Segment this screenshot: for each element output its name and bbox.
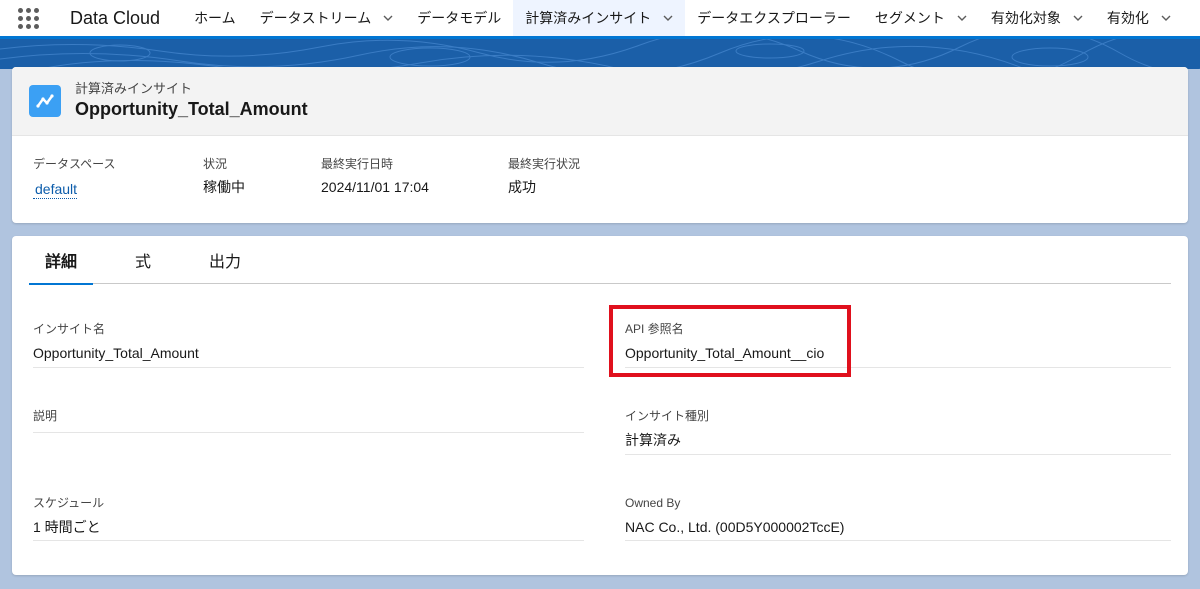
field-label: API 参照名 <box>625 322 684 336</box>
chevron-down-icon[interactable] <box>1161 13 1171 23</box>
field-label: Owned By <box>625 496 681 510</box>
header-background-pattern <box>0 39 1200 69</box>
nav-item-home[interactable]: ホーム <box>182 0 248 36</box>
field-insight-name: インサイト名 Opportunity_Total_Amount <box>33 321 584 368</box>
field-value: Opportunity_Total_Amount__cio <box>625 345 825 361</box>
global-nav-bar: Data Cloud ホーム データストリーム データモデル 計算済みインサイト… <box>0 0 1200 39</box>
nav-item-label: 計算済みインサイト <box>525 10 652 26</box>
highlights-panel: データスペース default 状況 稼働中 最終実行日時 2024/11/01… <box>12 136 1188 199</box>
tab-formula[interactable]: 式 <box>119 236 167 284</box>
field-value: NAC Co., Ltd. (00D5Y000002TccE) <box>625 519 845 535</box>
tab-bar: 詳細 式 出力 <box>29 236 1171 285</box>
nav-item-activations[interactable]: 有効化 <box>1095 0 1183 36</box>
nav-item-label: 有効化対象 <box>990 10 1061 26</box>
last-run-status-value: 成功 <box>508 179 536 195</box>
nav-items: ホーム データストリーム データモデル 計算済みインサイト データエクスプローラ… <box>182 0 1183 39</box>
field-description: 説明 <box>33 408 584 433</box>
nav-item-label: データエクスプローラー <box>697 10 851 26</box>
app-name: Data Cloud <box>70 7 161 28</box>
nav-item-data-model[interactable]: データモデル <box>405 0 513 36</box>
nav-item-activation-targets[interactable]: 有効化対象 <box>979 0 1095 36</box>
highlight-status: 状況 稼働中 <box>203 155 321 199</box>
record-title-group: 計算済みインサイト Opportunity_Total_Amount <box>75 81 308 121</box>
tab-label: 出力 <box>209 254 242 271</box>
field-api-name: API 参照名 Opportunity_Total_Amount__cio <box>625 321 1171 368</box>
field-value: 計算済み <box>625 432 681 448</box>
highlight-data-space: データスペース default <box>33 155 203 199</box>
insight-chart-icon <box>29 85 61 117</box>
nav-item-calculated-insights[interactable]: 計算済みインサイト <box>513 0 686 39</box>
nav-item-label: セグメント <box>874 10 945 26</box>
last-run-time-value: 2024/11/01 17:04 <box>321 179 429 195</box>
tab-details[interactable]: 詳細 <box>29 236 94 285</box>
nav-item-label: ホーム <box>194 10 236 26</box>
page-title: Opportunity_Total_Amount <box>75 99 308 119</box>
tab-output[interactable]: 出力 <box>193 236 257 284</box>
record-header: 計算済みインサイト Opportunity_Total_Amount データスペ… <box>12 67 1188 223</box>
field-value: 1 時間ごと <box>33 519 101 535</box>
nav-item-label: データストリーム <box>259 10 372 26</box>
app-launcher-icon <box>17 7 39 29</box>
tab-label: 式 <box>135 254 152 271</box>
chevron-down-icon[interactable] <box>383 13 393 23</box>
field-insight-type: インサイト種別 計算済み <box>625 408 1171 455</box>
highlight-last-run-status: 最終実行状況 成功 <box>508 155 668 199</box>
nav-item-data-streams[interactable]: データストリーム <box>248 0 406 36</box>
details-card: 詳細 式 出力 インサイト名 Opportunity_Total_Amount … <box>12 236 1188 575</box>
nav-item-label: データモデル <box>417 10 502 26</box>
field-label: インサイト名 <box>33 322 106 336</box>
tab-label: 詳細 <box>45 254 78 271</box>
nav-item-segments[interactable]: セグメント <box>863 0 979 36</box>
field-schedule: スケジュール 1 時間ごと <box>33 495 584 541</box>
field-owned-by: Owned By NAC Co., Ltd. (00D5Y000002TccE) <box>625 495 1171 541</box>
record-title-bar: 計算済みインサイト Opportunity_Total_Amount <box>12 67 1188 136</box>
field-label: スケジュール <box>33 496 105 510</box>
highlight-last-run-time: 最終実行日時 2024/11/01 17:04 <box>321 155 508 199</box>
highlight-label: データスペース <box>33 157 116 171</box>
field-label: インサイト種別 <box>625 409 710 423</box>
chevron-down-icon[interactable] <box>1073 13 1083 23</box>
data-space-link[interactable]: default <box>33 180 78 199</box>
field-value: Opportunity_Total_Amount <box>33 345 199 361</box>
object-type-label: 計算済みインサイト <box>75 81 193 96</box>
chevron-down-icon[interactable] <box>957 13 967 23</box>
status-value: 稼働中 <box>203 179 245 195</box>
chevron-down-icon[interactable] <box>663 13 673 23</box>
highlight-label: 状況 <box>203 157 228 171</box>
nav-item-data-explorer[interactable]: データエクスプローラー <box>685 0 863 36</box>
highlight-label: 最終実行状況 <box>508 157 581 171</box>
highlight-label: 最終実行日時 <box>321 157 394 171</box>
nav-item-label: 有効化 <box>1106 10 1149 26</box>
app-launcher-button[interactable] <box>0 0 56 36</box>
field-label: 説明 <box>33 409 58 423</box>
